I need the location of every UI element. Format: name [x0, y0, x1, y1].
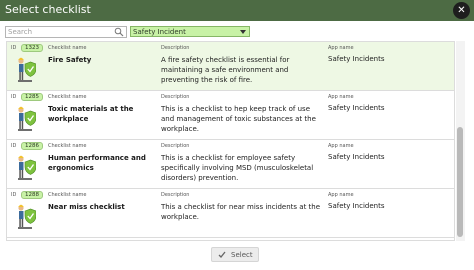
app-column-label: App name: [328, 94, 354, 100]
name-column-label: Checklist name: [48, 143, 87, 149]
search-box[interactable]: [5, 26, 127, 38]
checklist-description: A fire safety checklist is essential for…: [161, 56, 290, 84]
safety-worker-shield-icon: [18, 204, 36, 229]
close-icon[interactable]: ✕: [453, 2, 470, 19]
id-badge: 1286: [21, 142, 43, 150]
app-name: Safety Incidents: [328, 202, 385, 210]
chevron-down-icon[interactable]: [240, 30, 246, 34]
safety-worker-shield-icon: [18, 57, 36, 82]
list-scrollbar[interactable]: [456, 41, 465, 241]
app-name: Safety Incidents: [328, 153, 385, 161]
id-column-label: ID: [11, 192, 17, 198]
name-column-label: Checklist name: [48, 94, 87, 100]
checklist-row-fire-safety[interactable]: ID 1323 Checklist name Description App n…: [7, 42, 454, 91]
description-column-label: Description: [161, 94, 190, 100]
app-name: Safety Incidents: [328, 104, 385, 112]
app-name: Safety Incidents: [328, 55, 385, 63]
description-column-label: Description: [161, 192, 190, 198]
checklist-description: This a checklist for near miss incidents…: [161, 203, 321, 221]
safety-worker-shield-icon: [18, 155, 36, 180]
select-button-label: Select: [231, 251, 253, 259]
checklist-row-near-miss[interactable]: ID 1288 Checklist name Description App n…: [7, 189, 454, 238]
id-column-label: ID: [11, 143, 17, 149]
app-column-label: App name: [328, 45, 354, 51]
scrollbar-thumb[interactable]: [457, 127, 463, 237]
check-icon: [218, 251, 226, 258]
description-column-label: Description: [161, 143, 190, 149]
checklist-list: ID 1323 Checklist name Description App n…: [6, 41, 455, 241]
id-badge: 1285: [21, 93, 43, 101]
app-column-label: App name: [328, 143, 354, 149]
dialog-header: Select checklist ✕: [0, 0, 474, 21]
checklist-name: Human performance and ergonomics: [48, 154, 146, 172]
description-column-label: Description: [161, 45, 190, 51]
name-column-label: Checklist name: [48, 45, 87, 51]
app-filter-value: Safety Incident: [133, 28, 186, 36]
app-filter-dropdown[interactable]: Safety Incident: [130, 26, 250, 37]
id-column-label: ID: [11, 45, 17, 51]
checklist-name: Fire Safety: [48, 56, 92, 64]
search-icon[interactable]: [114, 27, 124, 37]
checklist-name: Near miss checklist: [48, 203, 125, 211]
select-button[interactable]: Select: [211, 247, 259, 262]
dialog-footer: Select: [0, 241, 474, 270]
app-column-label: App name: [328, 192, 354, 198]
checklist-row-human-performance[interactable]: ID 1286 Checklist name Description App n…: [7, 140, 454, 189]
search-input[interactable]: [7, 27, 109, 37]
name-column-label: Checklist name: [48, 192, 87, 198]
checklist-name: Toxic materials at the workplace: [48, 105, 134, 123]
dialog-title: Select checklist: [5, 3, 91, 16]
safety-worker-shield-icon: [18, 106, 36, 131]
checklist-description: This is a checklist for employee safety …: [161, 154, 314, 182]
id-badge: 1288: [21, 191, 43, 199]
checklist-description: This is a checklist to hep keep track of…: [161, 105, 316, 133]
id-column-label: ID: [11, 94, 17, 100]
id-badge: 1323: [21, 44, 43, 52]
checklist-row-toxic-materials[interactable]: ID 1285 Checklist name Description App n…: [7, 91, 454, 140]
